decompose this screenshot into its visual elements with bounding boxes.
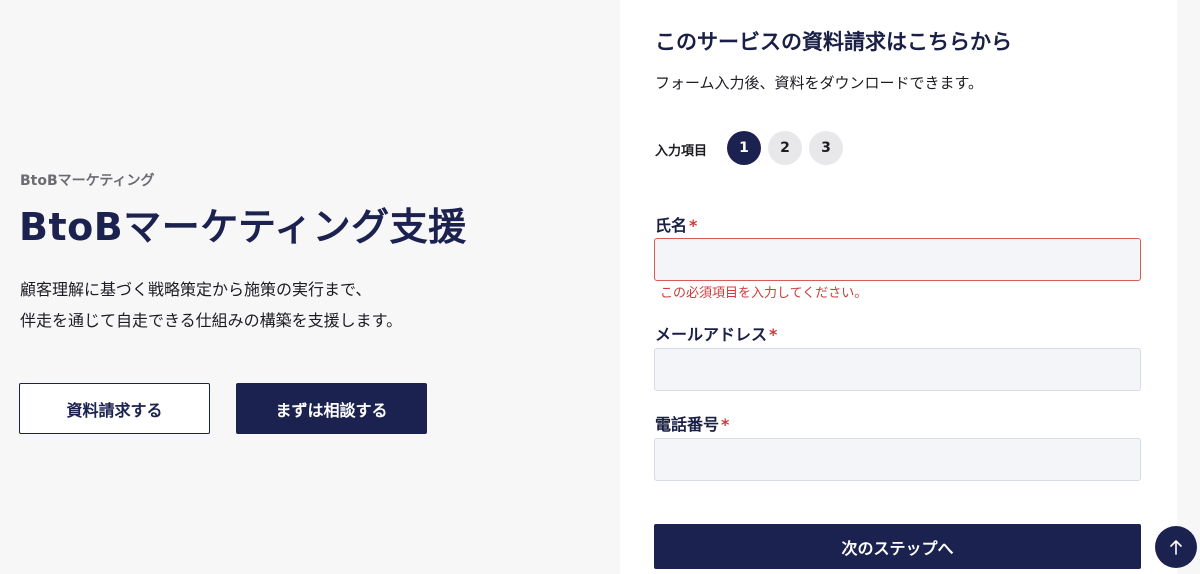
- hero-description-line: 顧客理解に基づく戦略策定から施策の実行まで、: [20, 280, 372, 299]
- required-mark: *: [721, 415, 730, 434]
- name-error-message: この必須項目を入力してください。: [660, 286, 868, 301]
- hero-eyebrow: BtoBマーケティング: [20, 173, 155, 189]
- email-input[interactable]: [654, 348, 1141, 391]
- hero-title: BtoBマーケティング支援: [19, 205, 467, 249]
- step-indicator-3: 3: [809, 131, 843, 165]
- scroll-to-top-button[interactable]: [1155, 526, 1197, 568]
- name-field-label: 氏名 *: [655, 212, 697, 236]
- request-form: このサービスの資料請求はこちらから フォーム入力後、資料をダウンロードできます。…: [620, 0, 1177, 574]
- arrow-up-icon: [1170, 540, 1182, 555]
- name-label-text: 氏名: [655, 216, 688, 235]
- step-indicator-1: 1: [727, 131, 761, 165]
- request-docs-button[interactable]: 資料請求する: [19, 383, 210, 434]
- phone-field-label: 電話番号 *: [655, 411, 729, 435]
- phone-input[interactable]: [654, 438, 1141, 481]
- phone-label-text: 電話番号: [655, 415, 720, 434]
- form-subtitle: フォーム入力後、資料をダウンロードできます。: [655, 74, 984, 92]
- hero-description-line: 伴走を通じて自走できる仕組みの構築を支援します。: [20, 311, 403, 330]
- email-field-label: メールアドレス *: [655, 321, 777, 345]
- consult-button[interactable]: まずは相談する: [236, 383, 427, 434]
- step-indicator-2: 2: [768, 131, 802, 165]
- required-mark: *: [769, 325, 778, 344]
- required-mark: *: [689, 216, 698, 235]
- steps-label: 入力項目: [655, 144, 708, 159]
- hero-description: 顧客理解に基づく戦略策定から施策の実行まで、 伴走を通じて自走できる仕組みの構築…: [20, 274, 402, 336]
- email-label-text: メールアドレス: [655, 325, 768, 344]
- next-step-button[interactable]: 次のステップへ: [654, 524, 1141, 569]
- form-title: このサービスの資料請求はこちらから: [655, 30, 1012, 54]
- hero-section: BtoBマーケティング BtoBマーケティング支援 顧客理解に基づく戦略策定から…: [0, 0, 620, 574]
- name-input[interactable]: [654, 238, 1141, 281]
